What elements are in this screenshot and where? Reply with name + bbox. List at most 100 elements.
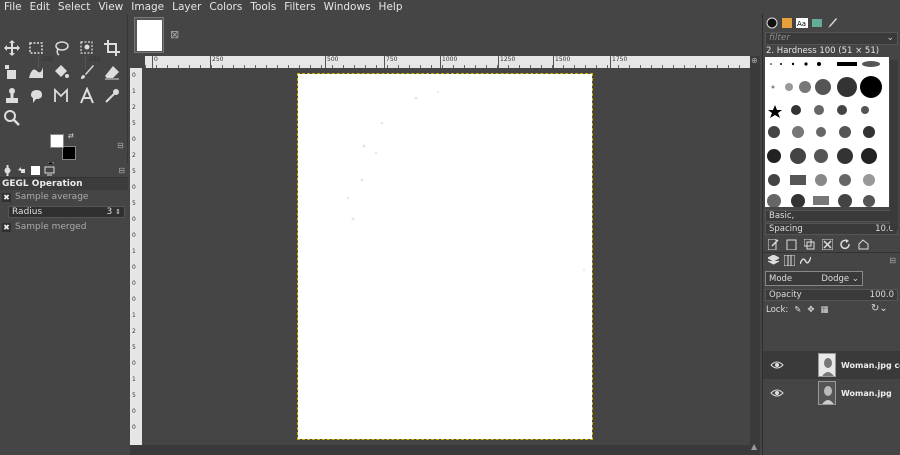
eye-icon[interactable] — [770, 358, 784, 372]
canvas-area[interactable] — [145, 68, 750, 445]
document-history-tab-icon[interactable] — [811, 17, 823, 29]
paths-icon[interactable] — [51, 86, 71, 106]
radius-spinbox[interactable]: Radius 3 ⇕ — [8, 206, 125, 218]
paint-dynamics-tab-icon[interactable] — [826, 17, 838, 29]
menu-edit[interactable]: Edit — [26, 0, 54, 14]
smudge-icon[interactable] — [26, 86, 46, 106]
opacity-label: Opacity — [769, 290, 802, 300]
menu-view[interactable]: View — [94, 0, 127, 14]
navigate-icon[interactable]: ⊕ — [751, 56, 758, 65]
sample-average-option[interactable]: ✖ Sample average — [0, 190, 128, 204]
move-tool-icon[interactable] — [2, 38, 22, 58]
ruler-tick — [325, 56, 326, 68]
toolbox-configure-icon[interactable]: ⊟ — [117, 141, 124, 150]
ruler-tick-label: 0 — [132, 296, 136, 303]
brush-filter-input[interactable]: filter ⌄ — [765, 32, 898, 45]
undo-history-tab-icon[interactable] — [16, 165, 27, 176]
delete-brush-icon[interactable] — [822, 238, 833, 250]
layers-tab-icon[interactable] — [768, 255, 779, 266]
paths-tab-icon[interactable] — [800, 255, 811, 266]
ruler-tick-label: 1500 — [555, 56, 571, 63]
swap-colors-icon[interactable]: ⇄ — [68, 132, 74, 140]
scroll-down-arrow-icon[interactable]: ▲ — [751, 442, 757, 451]
sample-merged-checkbox[interactable]: ✖ — [2, 222, 11, 232]
lock-position-icon[interactable]: ✥ — [807, 305, 814, 315]
rect-select-icon[interactable] — [26, 38, 46, 58]
layer-row[interactable]: Woman.jpg copy — [763, 351, 900, 379]
images-tab-icon[interactable] — [30, 165, 41, 176]
ruler-tick-label: 750 — [386, 56, 398, 63]
opacity-value[interactable]: 100.0 — [870, 290, 894, 300]
eye-icon[interactable] — [770, 386, 784, 400]
sample-merged-option[interactable]: ✖ Sample merged — [0, 220, 128, 234]
ruler-corner — [130, 56, 145, 68]
refresh-brushes-icon[interactable] — [840, 238, 851, 250]
brush-list-scrollbar[interactable] — [890, 60, 898, 230]
horizontal-scrollbar[interactable] — [130, 445, 750, 455]
color-picker-icon[interactable] — [102, 86, 122, 106]
menu-select[interactable]: Select — [54, 0, 94, 14]
text-tool-icon[interactable] — [77, 86, 97, 106]
layer-row[interactable]: Woman.jpg — [763, 379, 900, 407]
menu-tools[interactable]: Tools — [246, 0, 280, 14]
faint-image-marks — [346, 91, 585, 271]
lock-pixels-icon[interactable]: ✎ — [794, 305, 801, 315]
menu-file[interactable]: File — [0, 0, 26, 14]
paintbrush-icon[interactable] — [77, 62, 97, 82]
ruler-tick-label: 0 — [154, 56, 158, 63]
menu-help[interactable]: Help — [375, 0, 407, 14]
tool-options-tab-icon[interactable] — [2, 165, 13, 176]
tool-options-menu-icon[interactable]: ⊟ — [118, 166, 125, 175]
gimp-window: File Edit Select View Image Layer Colors… — [0, 0, 900, 455]
brush-grid[interactable] — [765, 57, 889, 207]
image-tab-thumbnail[interactable] — [134, 17, 164, 53]
duplicate-brush-icon[interactable] — [804, 238, 815, 250]
fonts-tab-icon[interactable]: Aa — [796, 17, 808, 29]
tool-options-tabs: ⊟ — [0, 164, 128, 178]
ruler-tick-label: 5 — [132, 120, 136, 127]
menu-image[interactable]: Image — [127, 0, 168, 14]
bucket-fill-icon[interactable] — [51, 62, 71, 82]
brush-preset-field[interactable]: Basic, — [765, 210, 898, 222]
opacity-spinbox[interactable]: Opacity 100.0 — [765, 289, 898, 301]
lock-alpha-icon[interactable]: ▦ — [821, 305, 829, 315]
radius-value[interactable]: 3 — [107, 207, 113, 217]
close-image-icon[interactable]: ⊠ — [170, 28, 179, 41]
layer-mode-select[interactable]: Mode Dodge ⌄ — [765, 271, 863, 286]
crop-icon[interactable] — [102, 38, 122, 58]
eraser-icon[interactable] — [102, 62, 122, 82]
warp-transform-icon[interactable] — [26, 62, 46, 82]
clone-icon[interactable] — [2, 86, 22, 106]
patterns-tab-icon[interactable] — [781, 17, 793, 29]
brushes-tab-icon[interactable] — [766, 17, 778, 29]
chevron-down-icon[interactable]: ⌄ — [886, 33, 894, 44]
brush-actions-bar — [763, 236, 900, 252]
layer-thumbnail — [818, 381, 836, 405]
foreground-color-swatch[interactable] — [50, 134, 64, 148]
menu-colors[interactable]: Colors — [205, 0, 246, 14]
spin-arrows-icon[interactable]: ⇕ — [115, 208, 121, 216]
image-page[interactable] — [297, 73, 593, 440]
background-color-swatch[interactable] — [62, 146, 76, 160]
zoom-icon[interactable] — [2, 108, 22, 128]
spacing-spinbox[interactable]: Spacing 10.0 — [765, 223, 898, 235]
edit-brush-icon[interactable] — [768, 238, 779, 250]
brush-as-image-icon[interactable] — [858, 238, 869, 250]
sample-average-checkbox[interactable]: ✖ — [2, 192, 11, 202]
vertical-scrollbar[interactable]: ⊕ ▲ — [750, 56, 760, 455]
menu-windows[interactable]: Windows — [320, 0, 375, 14]
menu-layer[interactable]: Layer — [168, 0, 205, 14]
layers-menu-icon[interactable]: ⊟ — [889, 256, 896, 265]
tool-options-panel: ⊟ GEGL Operation ✖ Sample average Radius… — [0, 164, 128, 455]
new-brush-icon[interactable] — [786, 239, 797, 250]
channels-tab-icon[interactable] — [784, 255, 795, 266]
menu-filters[interactable]: Filters — [280, 0, 319, 14]
brush-preset-value: Basic, — [769, 211, 795, 221]
ruler-tick-label: 500 — [327, 56, 339, 63]
device-status-tab-icon[interactable] — [44, 165, 55, 176]
mode-reset-icon[interactable]: ↻⌄ — [871, 303, 888, 314]
fuzzy-select-icon[interactable] — [77, 38, 97, 58]
unified-transform-icon[interactable] — [2, 62, 22, 82]
sample-average-label: Sample average — [15, 192, 89, 202]
free-select-icon[interactable] — [51, 38, 71, 58]
